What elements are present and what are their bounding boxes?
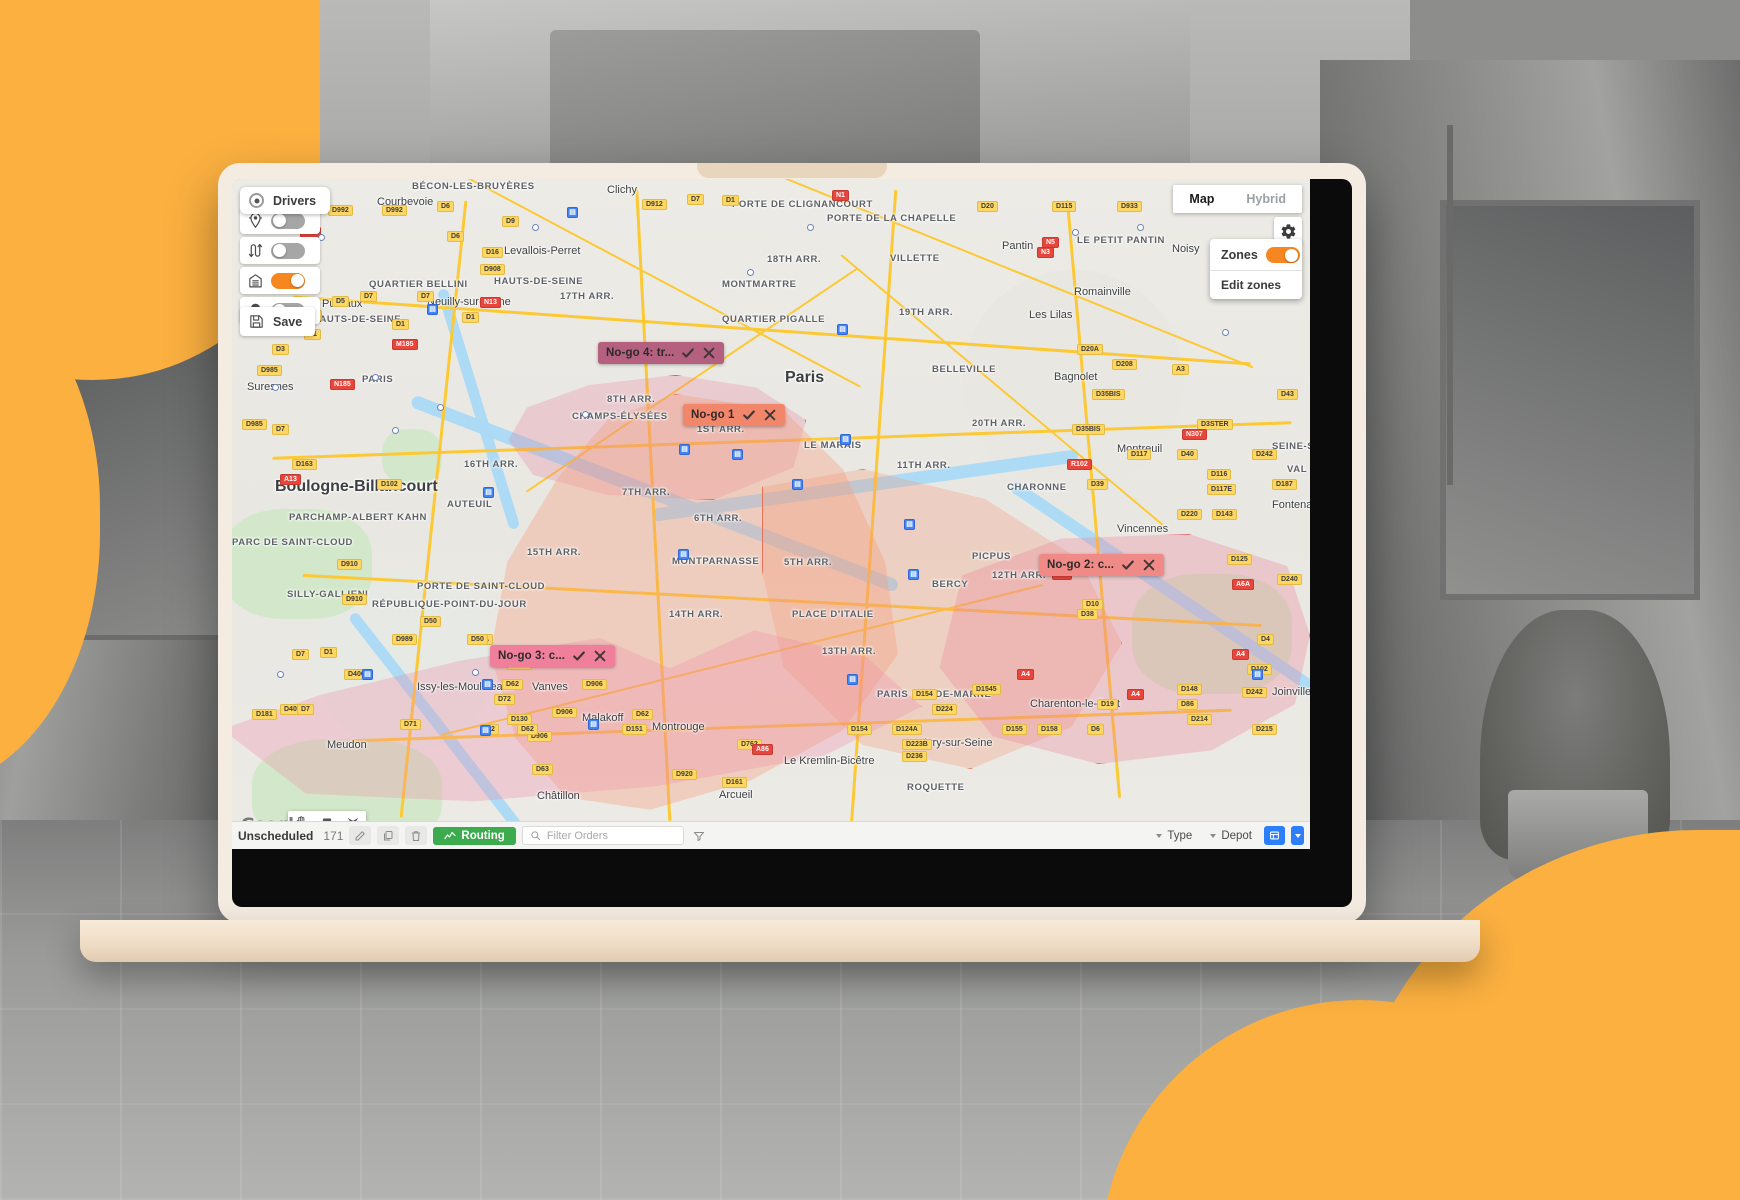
routing-chart-icon [444,831,456,839]
zone-badge-no-go-1[interactable]: No-go 1 [683,404,785,426]
toggle-row-routes[interactable] [240,237,320,264]
map-poi-dot [277,671,284,678]
check-icon[interactable] [1121,558,1135,572]
drivers-label: Drivers [273,193,317,208]
zone-1-label: No-go 1 [691,409,735,421]
type-filter-chip[interactable]: Type [1150,828,1198,844]
depot-filter-label: Depot [1221,829,1252,842]
edit-pencil-icon [355,830,366,840]
map-poi-dot [532,224,539,231]
drivers-target-icon [249,193,264,208]
zones-title: Zones [1221,248,1258,262]
depots-switch[interactable] [271,272,305,289]
app-viewport: Paris Boulogne-Billancourt Clichy Courbevoi… [232,179,1310,849]
driver-pin-icon [247,212,264,229]
backdrop-pole [1447,125,1453,485]
routes-switch[interactable] [271,242,305,259]
map-poi-dot [807,224,814,231]
table-view-icon [1270,831,1279,840]
x-icon[interactable] [763,408,777,422]
zone-badge-no-go-3[interactable]: No-go 3: c... [490,645,616,667]
map-poi-dot [747,269,754,276]
map-poi-dot [437,404,444,411]
map-poi-dot [472,669,479,676]
map-poi-dot [1072,229,1079,236]
search-icon [531,831,540,841]
laptop-mockup: Paris Boulogne-Billancourt Clichy Courbevoi… [218,163,1366,923]
zone-badge-no-go-2[interactable]: No-go 2: c... [1039,554,1165,576]
google-map-canvas[interactable]: Paris Boulogne-Billancourt Clichy Courbevoi… [232,179,1310,849]
driver-locations-switch[interactable] [271,212,305,229]
map-type-hybrid[interactable]: Hybrid [1230,185,1302,213]
gear-icon [1281,223,1295,239]
save-zones-button[interactable]: Save [240,307,316,336]
check-icon[interactable] [742,408,756,422]
map-type-map[interactable]: Map [1173,185,1230,213]
map-poi-dot [1222,329,1229,336]
zones-panel[interactable]: Zones Edit zones [1210,239,1302,299]
search-input[interactable] [546,829,676,842]
unscheduled-count: 171 [323,828,344,843]
x-icon[interactable] [1142,558,1156,572]
zones-visibility-switch[interactable] [1265,247,1300,263]
x-icon[interactable] [702,346,716,360]
duplicate-button[interactable] [377,826,400,845]
map-type-switcher[interactable]: Map Hybrid [1173,185,1302,213]
unscheduled-title: Unscheduled [238,828,314,843]
map-poi-dot [272,384,279,391]
check-icon[interactable] [681,346,695,360]
laptop-screen: Paris Boulogne-Billancourt Clichy Courbevoi… [232,179,1352,907]
laptop-notch [697,163,887,178]
check-icon[interactable] [572,649,586,663]
chevron-down-icon [1156,833,1163,838]
park-area [232,509,372,619]
toggle-row-depots[interactable] [240,267,320,294]
type-filter-label: Type [1167,829,1193,842]
depot-filter-chip[interactable]: Depot [1204,828,1258,844]
table-view-dropdown[interactable] [1291,826,1304,845]
chevron-down-icon [1294,833,1301,838]
zone-2-label: No-go 2: c... [1047,559,1115,571]
chevron-down-icon [1210,833,1217,838]
drivers-selector-button[interactable]: Drivers [240,187,331,214]
edit-zones-button[interactable]: Edit zones [1210,271,1302,299]
map-poi-dot [392,427,399,434]
delete-trash-icon [412,830,421,841]
funnel-filter-icon [693,831,704,841]
filter-orders-box[interactable] [521,826,684,845]
zone-badge-no-go-4[interactable]: No-go 4: tr... [598,342,725,364]
routing-label: Routing [461,829,505,842]
save-disk-icon [248,313,265,330]
map-poi-dot [372,374,379,381]
park-area [382,429,442,484]
map-poi-dot [582,411,589,418]
zone-4-label: No-go 4: tr... [606,347,675,359]
map-poi-dot [1137,224,1144,231]
zones-panel-header: Zones [1210,239,1302,270]
depot-building-icon [247,272,264,289]
save-label: Save [273,314,303,329]
duplicate-icon [384,830,393,840]
table-view-button[interactable] [1264,826,1285,845]
funnel-filter-button[interactable] [690,827,708,845]
route-arrows-icon [247,242,264,259]
delete-button[interactable] [405,826,428,845]
edit-pencil-button[interactable] [349,826,372,845]
laptop-base [80,920,1480,962]
bottom-toolbar: Unscheduled 171 Routing Filter Orders Ty… [232,821,1310,849]
x-icon[interactable] [593,649,607,663]
routing-button[interactable]: Routing [433,826,516,845]
zone-3-label: No-go 3: c... [498,650,566,662]
